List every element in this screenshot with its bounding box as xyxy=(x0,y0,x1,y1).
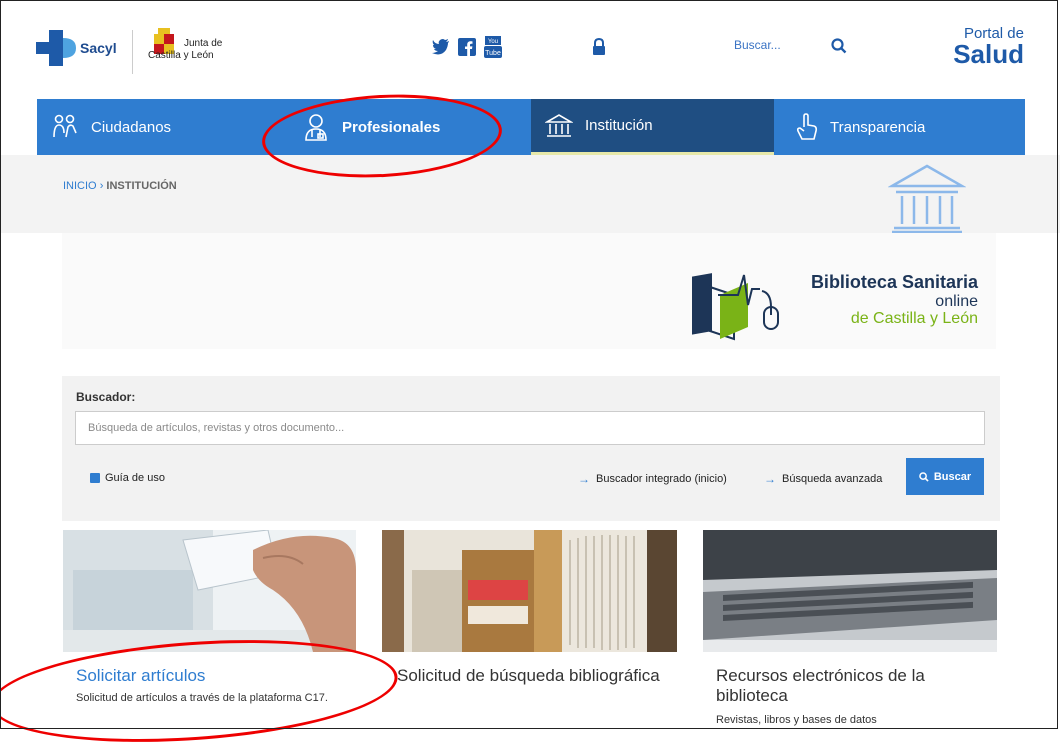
book-icon xyxy=(90,473,100,483)
svg-text:You: You xyxy=(488,39,498,45)
nav-item-institucion[interactable]: Institución xyxy=(531,99,774,155)
youtube-icon[interactable]: You Tube xyxy=(484,36,502,58)
temple-icon xyxy=(545,113,573,137)
search-icon[interactable] xyxy=(831,38,847,54)
junta-label: Junta de xyxy=(184,38,223,49)
twitter-icon[interactable] xyxy=(432,39,450,55)
nav-item-label: Profesionales xyxy=(342,118,441,136)
guide-link-label: Guía de uso xyxy=(105,472,165,484)
library-title-line3: de Castilla y León xyxy=(850,310,978,327)
breadcrumb-separator: › xyxy=(99,180,104,192)
card-title-resources[interactable]: Recursos electrónicos de la biblioteca xyxy=(716,666,986,706)
sacyl-label: Sacyl xyxy=(80,40,117,56)
search-button[interactable]: Buscar xyxy=(906,458,984,495)
social-links: You Tube xyxy=(432,36,502,58)
card-image-articles[interactable] xyxy=(63,530,356,652)
nav-item-label: Ciudadanos xyxy=(91,118,172,136)
portal-logo-line2: Salud xyxy=(953,39,1024,69)
library-title: Biblioteca Sanitaria online de Castilla … xyxy=(792,272,978,327)
guide-link[interactable]: Guía de uso xyxy=(90,472,165,484)
arrow-right-icon: → xyxy=(764,472,776,486)
library-title-line1: Biblioteca Sanitaria xyxy=(810,272,978,292)
junta-region-label: Castilla y León xyxy=(148,50,214,61)
card-title-articles[interactable]: Solicitar artículos xyxy=(76,666,346,686)
header-search-field[interactable]: Buscar... xyxy=(734,38,781,52)
institution-temple-icon xyxy=(888,164,966,234)
people-icon xyxy=(53,114,77,138)
card-image-resources[interactable] xyxy=(703,530,997,652)
card-title-bibliographic[interactable]: Solicitud de búsqueda bibliográfica xyxy=(397,666,667,686)
breadcrumb-current: INSTITUCIÓN xyxy=(106,180,177,192)
sacyl-logo-icon[interactable] xyxy=(36,28,76,68)
library-logo-icon[interactable] xyxy=(690,265,788,343)
search-icon xyxy=(919,471,929,482)
integrated-search-label: Buscador integrado (inicio) xyxy=(596,473,727,485)
library-title-line2: online xyxy=(935,293,978,310)
search-panel xyxy=(62,376,1000,521)
doctor-icon xyxy=(305,114,327,141)
nav-item-label: Institución xyxy=(585,117,653,134)
search-label: Buscador: xyxy=(76,390,136,404)
advanced-search-label: Búsqueda avanzada xyxy=(782,473,883,485)
search-input[interactable] xyxy=(75,411,985,445)
main-nav: Ciudadanos Profesionales Institución Tra… xyxy=(37,99,1025,155)
advanced-search-link[interactable]: → Búsqueda avanzada xyxy=(764,472,882,486)
card-image-bibliographic[interactable] xyxy=(382,530,677,652)
search-button-label: Buscar xyxy=(933,470,972,483)
nav-item-profesionales[interactable]: Profesionales xyxy=(280,99,531,155)
portal-logo[interactable]: Portal de Salud xyxy=(930,26,1024,69)
svg-text:Tube: Tube xyxy=(485,50,501,57)
card-desc-articles: Solicitud de artículos a través de la pl… xyxy=(76,692,328,704)
hand-icon xyxy=(796,113,818,140)
breadcrumb: INICIO › INSTITUCIÓN xyxy=(63,180,177,192)
nav-item-ciudadanos[interactable]: Ciudadanos xyxy=(37,99,280,155)
nav-item-label: Transparencia xyxy=(830,118,926,136)
lock-icon[interactable] xyxy=(592,38,606,56)
integrated-search-link[interactable]: → Buscador integrado (inicio) xyxy=(578,472,727,486)
nav-item-transparencia[interactable]: Transparencia xyxy=(774,99,1025,155)
header-divider xyxy=(132,30,133,74)
card-desc-resources: Revistas, libros y bases de datos xyxy=(716,714,877,726)
facebook-icon[interactable] xyxy=(458,38,476,56)
arrow-right-icon: → xyxy=(578,472,590,486)
breadcrumb-home-link[interactable]: INICIO xyxy=(63,180,97,192)
